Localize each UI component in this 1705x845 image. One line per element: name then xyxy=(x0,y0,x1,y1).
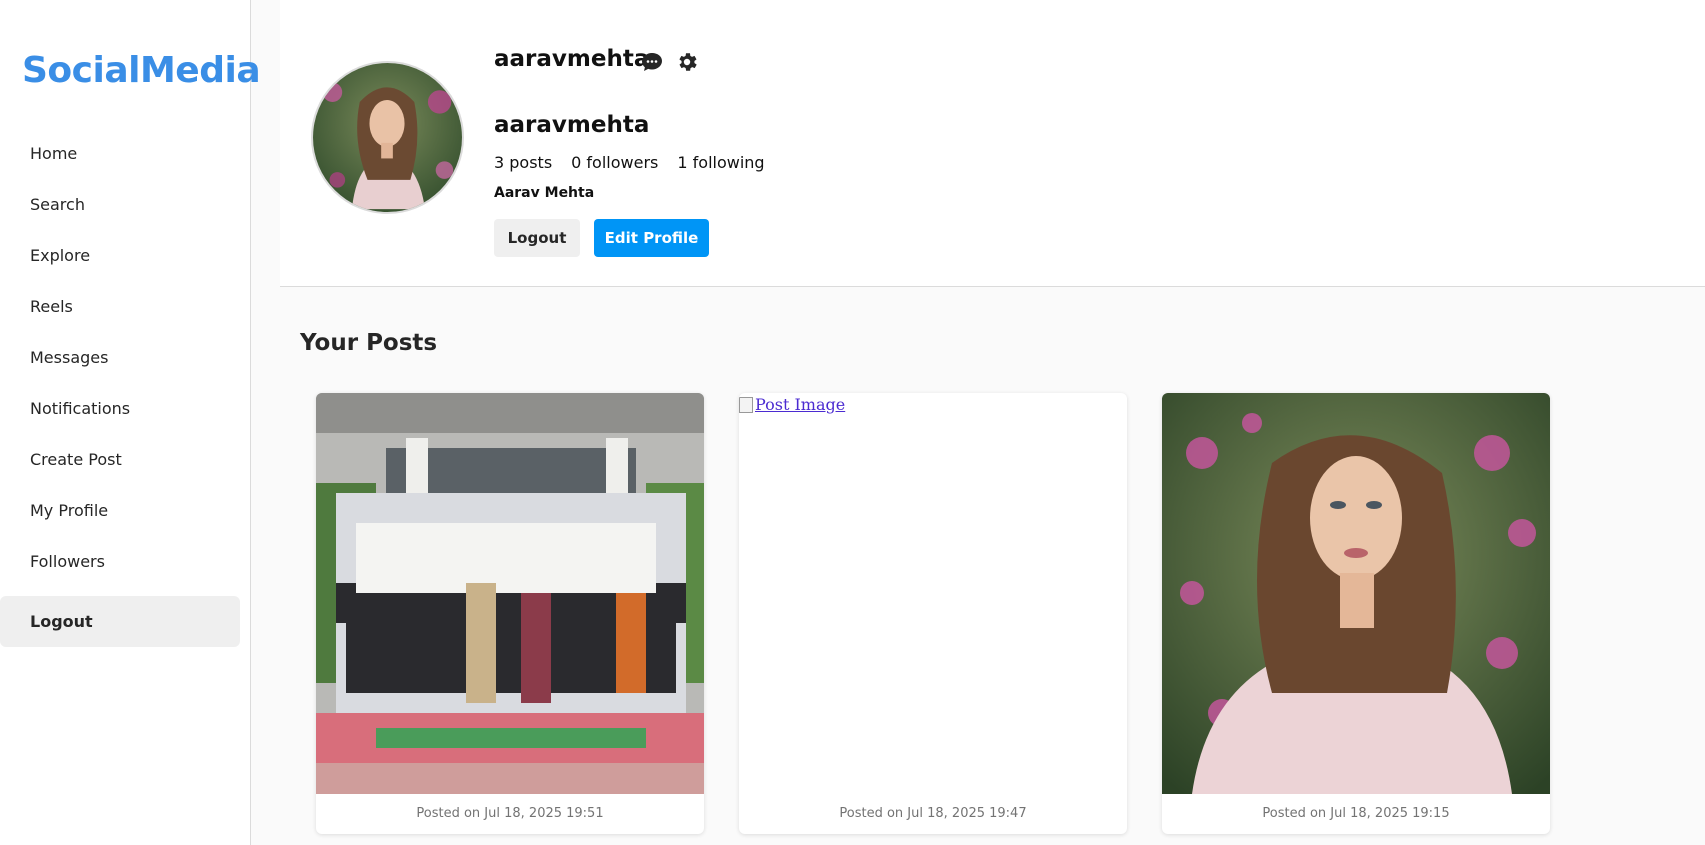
sidebar-item-reels[interactable]: Reels xyxy=(0,281,251,332)
broken-image-icon xyxy=(739,396,753,413)
post-card[interactable]: Post Image Posted on Jul 18, 2025 19:47 xyxy=(739,393,1127,834)
post-date: Posted on Jul 18, 2025 19:47 xyxy=(839,806,1027,821)
sidebar-logout-button[interactable]: Logout xyxy=(0,596,240,647)
sidebar-item-home[interactable]: Home xyxy=(0,128,251,179)
gear-icon[interactable] xyxy=(675,50,699,74)
edit-profile-button[interactable]: Edit Profile xyxy=(594,219,709,257)
profile-full-name: Aarav Mehta xyxy=(494,185,595,201)
sidebar-item-messages[interactable]: Messages xyxy=(0,332,251,383)
post-image[interactable] xyxy=(316,393,704,794)
sidebar-item-create-post[interactable]: Create Post xyxy=(0,434,251,485)
post-date: Posted on Jul 18, 2025 19:15 xyxy=(1262,806,1450,821)
following-count[interactable]: 1 following xyxy=(677,153,764,172)
posts-count: 3 posts xyxy=(494,153,553,172)
chat-bubble-icon[interactable] xyxy=(640,50,664,74)
sidebar-item-my-profile[interactable]: My Profile xyxy=(0,485,251,536)
profile-header: aaravmehta aaravmehta 3 posts 0 follower… xyxy=(280,0,1705,287)
sidebar-item-followers[interactable]: Followers xyxy=(0,536,251,587)
posts-section-title: Your Posts xyxy=(300,330,438,356)
sidebar-item-search[interactable]: Search xyxy=(0,179,251,230)
sidebar-nav: Home Search Explore Reels Messages Notif… xyxy=(0,128,251,587)
profile-stats: 3 posts 0 followers 1 following xyxy=(494,153,765,172)
sidebar-item-notifications[interactable]: Notifications xyxy=(0,383,251,434)
post-image[interactable] xyxy=(1162,393,1550,794)
logout-button[interactable]: Logout xyxy=(494,219,580,257)
avatar[interactable] xyxy=(311,61,464,214)
profile-username: aaravmehta xyxy=(494,112,650,138)
profile-username-top: aaravmehta xyxy=(494,46,650,72)
app-logo[interactable]: SocialMedia xyxy=(22,50,261,91)
post-date: Posted on Jul 18, 2025 19:51 xyxy=(416,806,604,821)
post-image-broken[interactable]: Post Image xyxy=(739,393,1127,794)
broken-image-link[interactable]: Post Image xyxy=(739,395,845,414)
followers-count[interactable]: 0 followers xyxy=(571,153,658,172)
sidebar-item-explore[interactable]: Explore xyxy=(0,230,251,281)
post-card[interactable]: Posted on Jul 18, 2025 19:51 xyxy=(316,393,704,834)
post-card[interactable]: Posted on Jul 18, 2025 19:15 xyxy=(1162,393,1550,834)
sidebar: SocialMedia Home Search Explore Reels Me… xyxy=(0,0,261,845)
post-image-alt: Post Image xyxy=(755,395,846,414)
